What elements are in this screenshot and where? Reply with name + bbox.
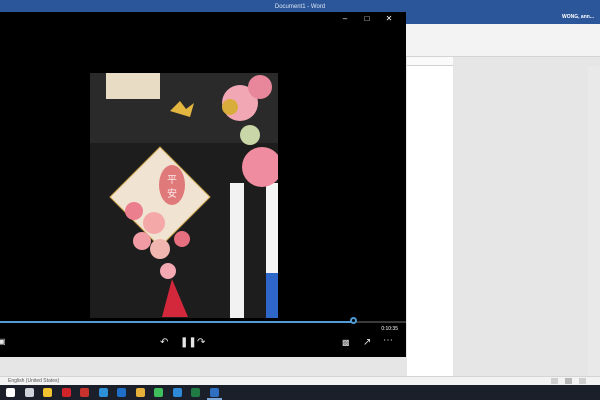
player-titlebar: – □ ✕: [0, 12, 406, 26]
fullscreen-icon[interactable]: ↗: [363, 338, 371, 348]
video-frame: 平 安: [90, 73, 278, 323]
task-view-icon[interactable]: [24, 388, 34, 397]
chrome-icon[interactable]: [135, 388, 145, 397]
minimize-icon[interactable]: –: [336, 13, 354, 25]
outlook-icon[interactable]: [117, 388, 126, 397]
video-stage[interactable]: 平 安: [0, 26, 406, 323]
print-layout-view-button[interactable]: [565, 378, 572, 384]
acrobat-icon[interactable]: [61, 388, 71, 397]
read-mode-view-button[interactable]: [551, 378, 558, 384]
skip-back-icon[interactable]: ↶: [160, 338, 168, 348]
video-thumbnail-image: 平 安: [90, 73, 278, 323]
close-icon[interactable]: ✕: [380, 13, 398, 25]
mini-view-icon[interactable]: ▩: [342, 338, 350, 348]
skip-forward-icon[interactable]: ↷: [197, 338, 205, 348]
web-layout-view-button[interactable]: [579, 378, 586, 384]
movies-tv-icon[interactable]: [209, 388, 219, 397]
word-user-name[interactable]: WONG, ann...: [562, 14, 594, 20]
seek-bar[interactable]: [0, 317, 406, 324]
volume-icon[interactable]: ▣: [0, 337, 6, 347]
taskbar: [0, 385, 600, 400]
ie-icon[interactable]: [172, 388, 182, 397]
seek-thumb[interactable]: [350, 317, 358, 324]
seek-bar-progress: [0, 321, 354, 323]
word-ruler: [407, 57, 453, 66]
edge-icon[interactable]: [98, 388, 108, 397]
more-options-icon[interactable]: ⋯: [383, 336, 393, 346]
elapsed-time: 0:10:35: [381, 326, 398, 332]
pause-icon[interactable]: ❚❚: [180, 338, 197, 348]
maximize-icon[interactable]: □: [358, 13, 376, 25]
svg-text:安: 安: [167, 187, 177, 200]
whatsapp-icon[interactable]: [154, 388, 163, 397]
status-language[interactable]: English (United States): [8, 378, 59, 384]
player-controls: 0:10:35 ▣ ↶ ❚❚ ↷ ▩ ↗ ⋯: [0, 317, 406, 357]
excel-icon[interactable]: [191, 388, 200, 397]
file-explorer-icon[interactable]: [43, 388, 52, 397]
word-vertical-scrollbar[interactable]: [588, 66, 600, 376]
svg-text:平: 平: [167, 175, 177, 186]
folder-red-icon[interactable]: [80, 388, 89, 397]
start-icon[interactable]: [6, 388, 15, 397]
word-window-title: Document1 - Word: [274, 4, 326, 10]
video-player-window: – □ ✕ 平 安 0:10:35 ▣ ↶ ❚❚ ↷ ▩ ↗ ⋯: [0, 12, 406, 357]
word-document-page[interactable]: [407, 66, 453, 376]
